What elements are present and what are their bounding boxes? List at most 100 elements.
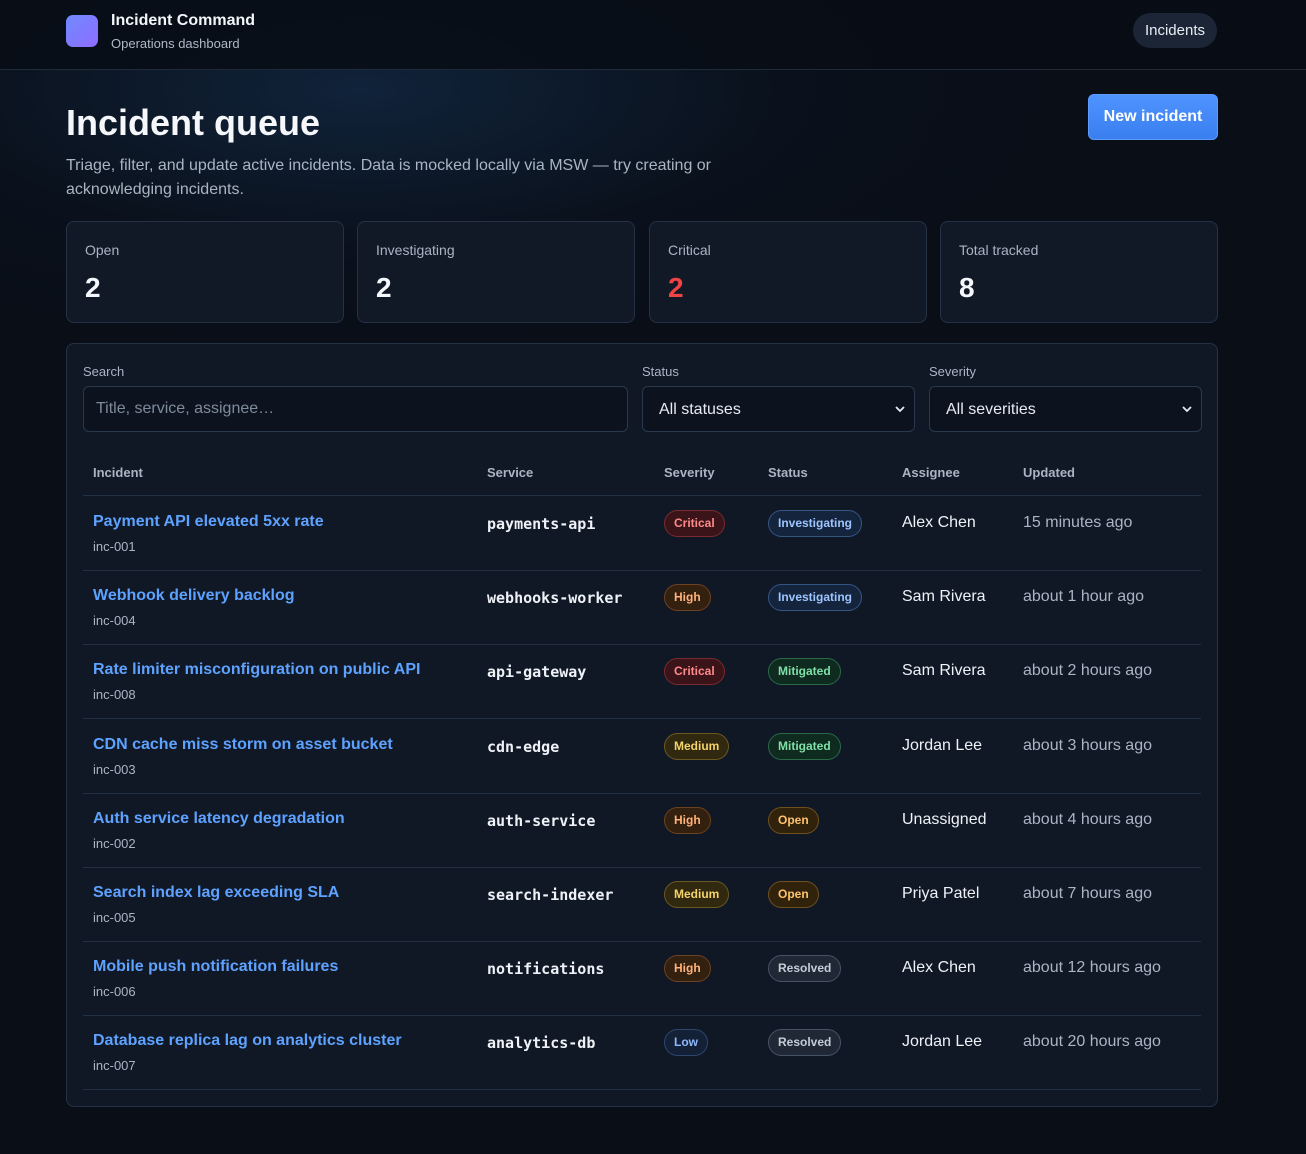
chevron-down-icon [895, 406, 905, 413]
app-subtitle: Operations dashboard [111, 36, 240, 51]
severity-badge: Critical [664, 658, 725, 685]
status-filter-value: All statuses [659, 401, 741, 418]
stat-label: Total tracked [959, 242, 1039, 258]
service-name: webhooks-worker [487, 589, 623, 607]
severity-badge: High [664, 807, 711, 834]
incident-title-link[interactable]: Rate limiter misconfiguration on public … [93, 661, 420, 679]
updated-time: about 4 hours ago [1023, 811, 1152, 828]
status-badge: Investigating [768, 584, 863, 611]
incident-title-link[interactable]: Database replica lag on analytics cluste… [93, 1032, 402, 1050]
updated-time: about 7 hours ago [1023, 885, 1152, 902]
assignee-name: Unassigned [902, 811, 987, 828]
service-name: auth-service [487, 812, 596, 830]
assignee-name: Sam Rivera [902, 588, 986, 605]
new-incident-button[interactable]: New incident [1088, 94, 1218, 140]
table-row[interactable]: Rate limiter misconfiguration on public … [83, 644, 1201, 719]
stat-label: Critical [668, 242, 711, 258]
incident-id: inc-007 [93, 1058, 136, 1073]
status-badge: Mitigated [768, 733, 841, 760]
nav-incidents-link[interactable]: Incidents [1132, 13, 1217, 48]
assignee-name: Jordan Lee [902, 737, 983, 754]
incident-id: inc-008 [93, 687, 136, 702]
incident-title-link[interactable]: Webhook delivery backlog [93, 587, 295, 605]
stat-value: 2 [376, 272, 392, 303]
severity-badge: High [664, 955, 711, 982]
service-name: notifications [487, 960, 605, 978]
incident-id: inc-002 [93, 836, 136, 851]
table-row[interactable]: Search index lag exceeding SLA inc-005 s… [83, 867, 1201, 942]
severity-badge: High [664, 584, 711, 611]
incident-id: inc-006 [93, 984, 136, 999]
table-row[interactable]: Webhook delivery backlog inc-004 webhook… [83, 570, 1201, 645]
updated-time: about 2 hours ago [1023, 662, 1152, 679]
status-filter-label: Status [642, 364, 679, 379]
app-logo [66, 15, 98, 47]
column-header-severity: Severity [664, 465, 715, 480]
incident-id: inc-004 [93, 613, 136, 628]
column-header-status: Status [768, 465, 808, 480]
status-filter-select[interactable]: All statuses [642, 386, 915, 432]
top-bar: Incident Command Operations dashboard In… [0, 0, 1306, 70]
service-name: analytics-db [487, 1034, 596, 1052]
assignee-name: Sam Rivera [902, 662, 986, 679]
status-badge: Open [768, 881, 819, 908]
column-header-service: Service [487, 465, 534, 480]
service-name: cdn-edge [487, 738, 560, 756]
column-header-updated: Updated [1023, 465, 1075, 480]
table-row[interactable]: Payment API elevated 5xx rate inc-001 pa… [83, 496, 1201, 571]
severity-filter-label: Severity [929, 364, 976, 379]
app-title: Incident Command [111, 12, 256, 29]
severity-badge: Critical [664, 510, 725, 537]
updated-time: about 20 hours ago [1023, 1033, 1161, 1050]
status-badge: Resolved [768, 1029, 842, 1056]
search-label: Search [83, 364, 125, 379]
status-badge: Open [768, 807, 819, 834]
chevron-down-icon [1182, 406, 1192, 413]
incident-title-link[interactable]: CDN cache miss storm on asset bucket [93, 736, 393, 754]
table-row[interactable]: CDN cache miss storm on asset bucket inc… [83, 719, 1201, 794]
column-header-assignee: Assignee [902, 465, 960, 480]
incident-title-link[interactable]: Payment API elevated 5xx rate [93, 513, 324, 531]
stat-card-critical: Critical 2 [649, 221, 927, 323]
stat-label: Open [85, 242, 120, 258]
stat-value: 2 [668, 272, 684, 303]
severity-filter-select[interactable]: All severities [929, 386, 1202, 432]
updated-time: about 1 hour ago [1023, 588, 1144, 605]
updated-time: 15 minutes ago [1023, 514, 1133, 531]
incident-title-link[interactable]: Search index lag exceeding SLA [93, 884, 339, 902]
status-badge: Mitigated [768, 658, 841, 685]
incident-table-panel: Search Status All statuses Severity All … [66, 343, 1218, 1107]
assignee-name: Priya Patel [902, 885, 980, 902]
table-row[interactable]: Auth service latency degradation inc-002… [83, 793, 1201, 868]
page-description: Triage, filter, and update active incide… [66, 157, 712, 198]
incident-id: inc-001 [93, 539, 136, 554]
page-title: Incident queue [66, 102, 321, 143]
stat-card-investigating: Investigating 2 [357, 221, 635, 323]
status-badge: Resolved [768, 955, 842, 982]
stat-value: 8 [959, 272, 975, 303]
severity-filter-value: All severities [946, 401, 1036, 418]
table-row[interactable]: Database replica lag on analytics cluste… [83, 1015, 1201, 1090]
stat-value: 2 [85, 272, 101, 303]
updated-time: about 3 hours ago [1023, 737, 1152, 754]
status-badge: Investigating [768, 510, 863, 537]
severity-badge: Medium [664, 733, 730, 760]
column-header-incident: Incident [93, 465, 143, 480]
service-name: api-gateway [487, 663, 587, 681]
service-name: search-indexer [487, 886, 614, 904]
updated-time: about 12 hours ago [1023, 959, 1161, 976]
incident-id: inc-005 [93, 910, 136, 925]
stat-label: Investigating [376, 242, 455, 258]
table-row[interactable]: Mobile push notification failures inc-00… [83, 941, 1201, 1016]
search-input[interactable] [83, 386, 628, 432]
severity-badge: Medium [664, 881, 730, 908]
assignee-name: Alex Chen [902, 959, 976, 976]
assignee-name: Jordan Lee [902, 1033, 983, 1050]
stat-card-open: Open 2 [66, 221, 344, 323]
severity-badge: Low [664, 1029, 708, 1056]
assignee-name: Alex Chen [902, 514, 976, 531]
incident-title-link[interactable]: Auth service latency degradation [93, 810, 345, 828]
incident-title-link[interactable]: Mobile push notification failures [93, 958, 338, 976]
service-name: payments-api [487, 515, 596, 533]
stat-card-total: Total tracked 8 [940, 221, 1218, 323]
